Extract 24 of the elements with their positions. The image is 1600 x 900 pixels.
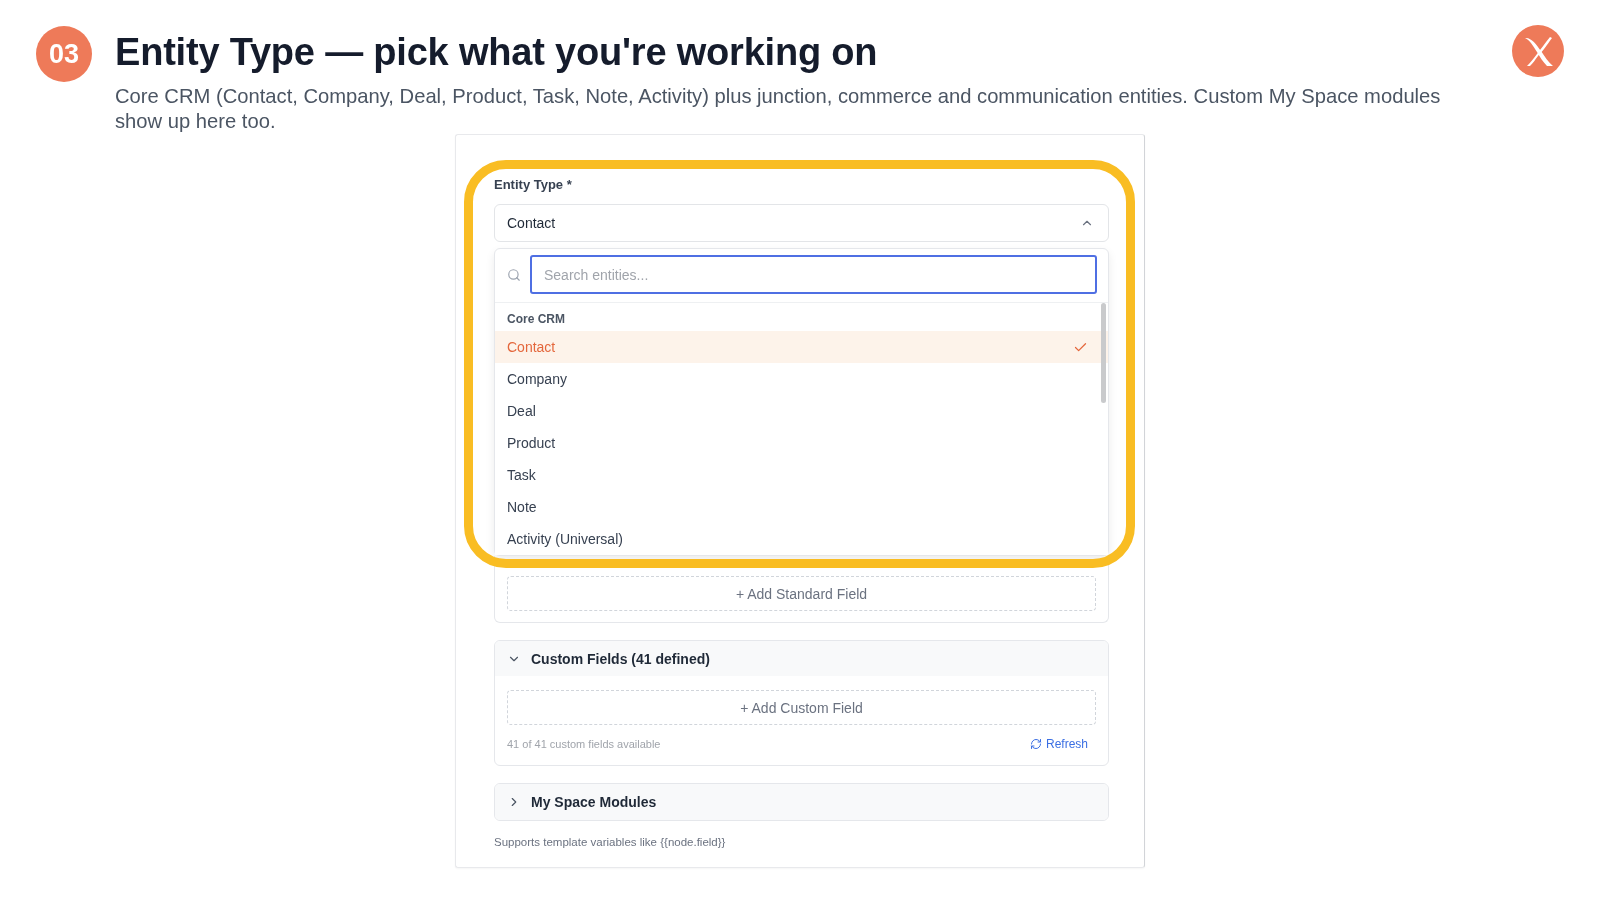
refresh-link[interactable]: Refresh: [1029, 737, 1088, 751]
field-label: Entity Type *: [494, 177, 573, 193]
dropdown-option[interactable]: Activity (Universal): [495, 523, 1108, 555]
logo-icon: [1512, 25, 1564, 77]
page-description: Core CRM (Contact, Company, Deal, Product, Task, Note, Activity) plus junction, commerce and communication entities. Custom My Space modules show up here too.: [115, 84, 1442, 134]
add-field-button[interactable]: + Add Standard Field: [507, 576, 1096, 611]
search-icon: [507, 267, 521, 282]
dropdown-option[interactable]: Company: [495, 363, 1108, 395]
search-input[interactable]: Search entities...: [530, 255, 1097, 294]
hint-text: Supports template variables like {{node.field}}: [494, 835, 727, 849]
entity-type-select[interactable]: Contact: [494, 204, 1109, 242]
step-badge: 03: [36, 26, 92, 82]
section-header[interactable]: My Space Modules: [495, 784, 1108, 820]
refresh-icon: [1029, 738, 1042, 750]
scrollbar-thumb[interactable]: [1101, 303, 1106, 403]
add-field-button[interactable]: + Add Custom Field: [507, 690, 1096, 725]
dropdown-option[interactable]: Note: [495, 491, 1108, 523]
dropdown-option[interactable]: Product: [495, 427, 1108, 459]
status-text: 41 of 41 custom fields available: [507, 737, 661, 751]
group-label: Core CRM: [506, 311, 566, 327]
dropdown-option[interactable]: Task: [495, 459, 1108, 491]
section-header[interactable]: Custom Fields (41 defined): [495, 641, 1108, 676]
page-title: Entity Type — pick what you're working on: [115, 32, 879, 72]
dropdown-option[interactable]: Deal: [495, 395, 1108, 427]
